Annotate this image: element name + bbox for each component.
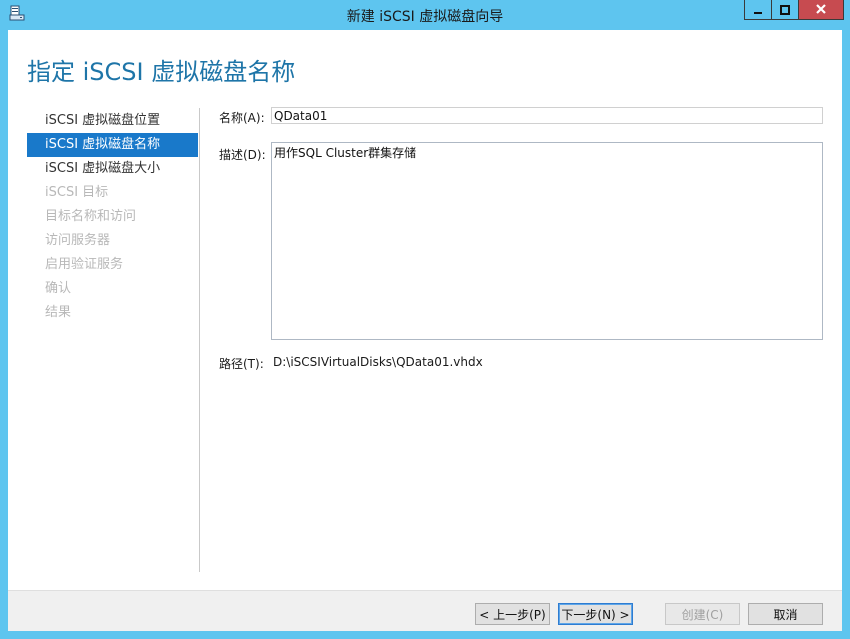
description-textarea[interactable]: 用作SQL Cluster群集存储: [271, 142, 823, 340]
cancel-button[interactable]: 取消: [748, 603, 823, 625]
minimize-icon: [753, 0, 763, 19]
maximize-button[interactable]: [771, 0, 798, 20]
page-title: 指定 iSCSI 虚拟磁盘名称: [27, 58, 296, 86]
nav-step-disk-name[interactable]: iSCSI 虚拟磁盘名称: [27, 133, 198, 157]
button-bar: < 上一步(P) 下一步(N) > 创建(C) 取消: [8, 590, 842, 631]
nav-step-enable-auth: 启用验证服务: [45, 257, 124, 272]
maximize-icon: [780, 0, 790, 19]
minimize-button[interactable]: [744, 0, 771, 20]
nav-step-confirmation: 确认: [45, 281, 72, 296]
wizard-window: 新建 iSCSI 虚拟磁盘向导 指定 iSCSI 虚拟磁盘名称 iSCSI 虚拟…: [0, 0, 850, 639]
path-label: 路径(T):: [219, 357, 264, 371]
nav-step-disk-location[interactable]: iSCSI 虚拟磁盘位置: [27, 109, 198, 133]
nav-step-results: 结果: [45, 305, 72, 320]
next-button[interactable]: 下一步(N) >: [558, 603, 633, 625]
name-input[interactable]: [271, 107, 823, 124]
create-button: 创建(C): [665, 603, 740, 625]
wizard-step-list: iSCSI 虚拟磁盘位置 iSCSI 虚拟磁盘名称 iSCSI 虚拟磁盘大小 i…: [27, 109, 198, 325]
name-label: 名称(A):: [219, 111, 265, 125]
window-title: 新建 iSCSI 虚拟磁盘向导: [346, 9, 504, 25]
nav-step-target: iSCSI 目标: [45, 185, 109, 200]
back-button[interactable]: < 上一步(P): [475, 603, 550, 625]
description-label: 描述(D):: [219, 148, 266, 162]
wizard-client-area: 指定 iSCSI 虚拟磁盘名称 iSCSI 虚拟磁盘位置 iSCSI 虚拟磁盘名…: [8, 30, 842, 631]
nav-step-access-servers: 访问服务器: [45, 233, 111, 248]
close-icon: [815, 0, 827, 19]
nav-step-disk-size[interactable]: iSCSI 虚拟磁盘大小: [27, 157, 198, 181]
nav-step-target-name-access: 目标名称和访问: [45, 209, 137, 224]
nav-divider: [199, 108, 200, 572]
path-value: D:\iSCSIVirtualDisks\QData01.vhdx: [273, 355, 483, 369]
close-button[interactable]: [798, 0, 844, 20]
title-bar[interactable]: 新建 iSCSI 虚拟磁盘向导: [0, 0, 850, 30]
